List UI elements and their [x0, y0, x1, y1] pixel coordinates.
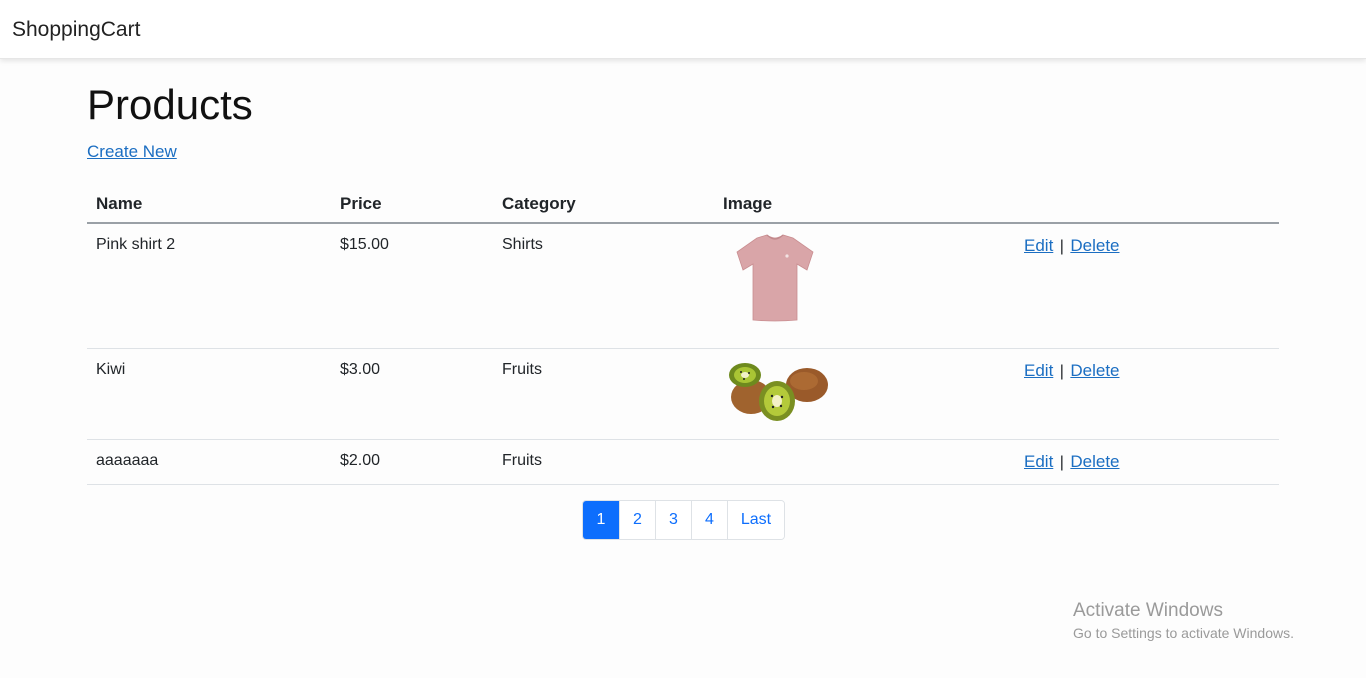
delete-link[interactable]: Delete [1070, 361, 1119, 380]
cell-name: aaaaaaa [87, 439, 331, 485]
page-2-button[interactable]: 2 [619, 501, 655, 539]
delete-link[interactable]: Delete [1070, 452, 1119, 471]
delete-link[interactable]: Delete [1070, 236, 1119, 255]
header-name: Name [87, 184, 331, 224]
products-table: Name Price Category Image Pink shirt 2 $… [87, 184, 1279, 485]
table-row: Kiwi $3.00 Fruits Edit | Delete [87, 348, 1279, 440]
cell-category: Shirts [493, 223, 714, 349]
edit-link[interactable]: Edit [1024, 452, 1053, 471]
cell-image [714, 439, 1015, 485]
action-separator: | [1059, 363, 1064, 380]
pink-tshirt-image [736, 234, 814, 322]
cell-price: $2.00 [331, 439, 493, 485]
cell-price: $15.00 [331, 223, 493, 349]
cell-price: $3.00 [331, 348, 493, 440]
action-separator: | [1059, 238, 1064, 255]
header-actions [1015, 184, 1279, 224]
cell-image [714, 348, 1015, 440]
edit-link[interactable]: Edit [1024, 361, 1053, 380]
page-4-button[interactable]: 4 [691, 501, 727, 539]
last-page-button[interactable]: Last [727, 501, 784, 539]
activate-windows-watermark: Activate Windows Go to Settings to activ… [1073, 600, 1294, 641]
page-3-button[interactable]: 3 [655, 501, 691, 539]
cell-actions: Edit | Delete [1015, 348, 1279, 440]
brand-link[interactable]: ShoppingCart [12, 18, 140, 42]
header-price: Price [331, 184, 493, 224]
action-separator: | [1059, 454, 1064, 471]
navbar: ShoppingCart [0, 0, 1366, 59]
table-header-row: Name Price Category Image [87, 184, 1279, 224]
cell-image [714, 223, 1015, 349]
page-1-button[interactable]: 1 [583, 501, 619, 539]
cell-actions: Edit | Delete [1015, 439, 1279, 485]
cell-actions: Edit | Delete [1015, 223, 1279, 349]
header-category: Category [493, 184, 714, 224]
cell-name: Pink shirt 2 [87, 223, 331, 349]
cell-category: Fruits [493, 439, 714, 485]
cell-name: Kiwi [87, 348, 331, 440]
pagination: 1 2 3 4 Last [582, 500, 785, 540]
cell-category: Fruits [493, 348, 714, 440]
page-title: Products [87, 81, 253, 128]
edit-link[interactable]: Edit [1024, 236, 1053, 255]
table-row: Pink shirt 2 $15.00 Shirts Edit | Delete [87, 223, 1279, 349]
watermark-title: Activate Windows [1073, 600, 1223, 621]
header-image: Image [714, 184, 1015, 224]
kiwi-fruit-image [729, 363, 828, 421]
table-row: aaaaaaa $2.00 Fruits Edit | Delete [87, 439, 1279, 485]
create-new-link[interactable]: Create New [87, 142, 177, 162]
watermark-subtitle: Go to Settings to activate Windows. [1073, 625, 1294, 641]
